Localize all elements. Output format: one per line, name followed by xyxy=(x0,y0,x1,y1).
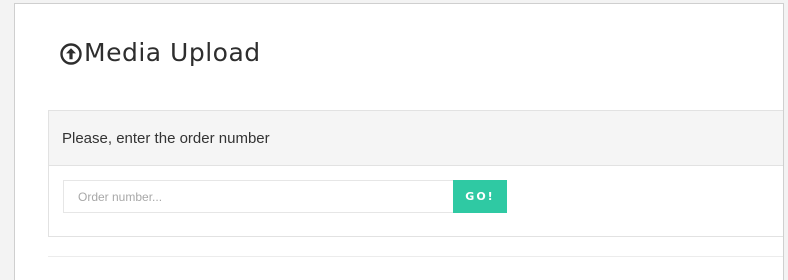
page-container: Media Upload Please, enter the order num… xyxy=(14,3,784,280)
page-title-text: Media Upload xyxy=(84,38,261,67)
order-panel-body: GO! xyxy=(49,166,783,236)
go-button[interactable]: GO! xyxy=(453,180,507,213)
order-panel-heading-text: Please, enter the order number xyxy=(62,129,270,147)
page-title: Media Upload xyxy=(60,38,261,68)
divider xyxy=(48,256,783,257)
viewport-background: Media Upload Please, enter the order num… xyxy=(0,0,788,280)
upload-circle-icon xyxy=(60,42,82,65)
order-number-input[interactable] xyxy=(63,180,453,213)
order-panel: Please, enter the order number GO! xyxy=(48,110,783,237)
order-panel-heading: Please, enter the order number xyxy=(49,111,783,166)
